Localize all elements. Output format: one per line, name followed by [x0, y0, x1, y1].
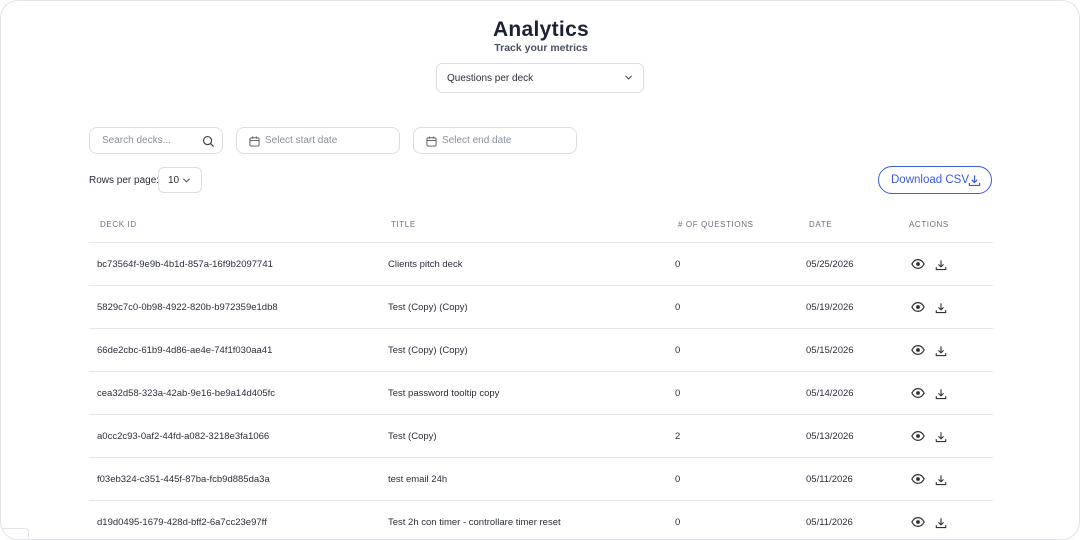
question-count-cell: 2 — [675, 431, 681, 442]
search-input[interactable]: Search decks... — [89, 127, 223, 154]
deck-title-cell: Test (Copy) (Copy) — [388, 302, 468, 313]
deck-id-cell: f03eb324-c351-445f-87ba-fcb9d885da3a — [97, 474, 270, 485]
column-header-actions: Actions — [909, 220, 949, 229]
table-row: bc73564f-9e9b-4b1d-857a-16f9b2097741 Clie… — [1, 243, 1079, 286]
deck-id-cell: 66de2cbc-61b9-4d86-ae4e-74f1f030aa41 — [97, 345, 273, 356]
download-icon[interactable] — [935, 473, 949, 487]
deck-title-cell: Test (Copy) (Copy) — [388, 345, 468, 356]
deck-title-cell: Test 2h con timer - controllare timer re… — [388, 517, 561, 528]
search-placeholder: Search decks... — [102, 135, 171, 146]
metric-select-value: Questions per deck — [447, 72, 534, 84]
eye-icon[interactable] — [911, 429, 925, 443]
question-count-cell: 0 — [675, 388, 681, 399]
question-count-cell: 0 — [675, 517, 681, 528]
eye-icon[interactable] — [911, 300, 925, 314]
date-cell: 05/11/2026 — [806, 517, 853, 528]
end-date-placeholder: Select end date — [442, 135, 512, 146]
rows-per-page-label: Rows per page: — [89, 175, 160, 186]
calendar-icon — [249, 136, 260, 147]
download-icon[interactable] — [935, 344, 949, 358]
table-row: d19d0495-1679-428d-bff2-6a7cc23e97ff Test… — [1, 501, 1079, 539]
question-count-cell: 0 — [675, 345, 681, 356]
date-cell: 05/15/2026 — [806, 345, 854, 356]
eye-icon[interactable] — [911, 343, 925, 357]
column-header-deck-id: Deck ID — [100, 220, 137, 229]
download-icon[interactable] — [935, 430, 949, 444]
deck-id-cell: d19d0495-1679-428d-bff2-6a7cc23e97ff — [97, 517, 267, 528]
rows-per-page-value: 10 — [168, 174, 180, 186]
download-icon[interactable] — [935, 258, 949, 272]
deck-title-cell: Test (Copy) — [388, 431, 437, 442]
chevron-down-icon — [182, 178, 191, 183]
question-count-cell: 0 — [675, 259, 681, 270]
date-cell: 05/25/2026 — [806, 259, 854, 270]
date-cell: 05/11/2026 — [806, 474, 853, 485]
deck-id-cell: cea32d58-323a-42ab-9e16-be9a14d405fc — [97, 388, 276, 399]
deck-title-cell: test email 24h — [388, 474, 448, 485]
calendar-icon — [426, 136, 437, 147]
download-icon — [968, 175, 981, 187]
table-row: a0cc2c93-0af2-44fd-a082-3218e3fa1066 Test… — [1, 415, 1079, 458]
date-cell: 05/19/2026 — [806, 302, 854, 313]
deck-title-cell: Clients pitch deck — [388, 259, 463, 270]
eye-icon[interactable] — [911, 386, 925, 400]
end-date-input[interactable]: Select end date — [413, 127, 577, 154]
table-row: cea32d58-323a-42ab-9e16-be9a14d405fc Test… — [1, 372, 1079, 415]
eye-icon[interactable] — [911, 472, 925, 486]
date-cell: 05/14/2026 — [806, 388, 854, 399]
column-header-date: Date — [809, 220, 833, 229]
corner-tab — [1, 528, 29, 539]
table-row: 66de2cbc-61b9-4d86-ae4e-74f1f030aa41 Test… — [1, 329, 1079, 372]
rows-per-page-select[interactable]: 10 — [158, 167, 202, 193]
metric-select[interactable]: Questions per deck — [436, 63, 644, 93]
date-cell: 05/13/2026 — [806, 431, 854, 442]
search-icon[interactable] — [202, 135, 215, 148]
table-row: 5829c7c0-0b98-4922-820b-b972359e1db8 Test… — [1, 286, 1079, 329]
question-count-cell: 0 — [675, 302, 681, 313]
eye-icon[interactable] — [911, 257, 925, 271]
deck-id-cell: a0cc2c93-0af2-44fd-a082-3218e3fa1066 — [97, 431, 270, 442]
eye-icon[interactable] — [911, 515, 925, 529]
deck-id-cell: 5829c7c0-0b98-4922-820b-b972359e1db8 — [97, 302, 278, 313]
column-header-title: Title — [391, 220, 416, 229]
deck-id-cell: bc73564f-9e9b-4b1d-857a-16f9b2097741 — [97, 259, 273, 270]
start-date-input[interactable]: Select start date — [236, 127, 400, 154]
download-csv-label: Download CSV — [891, 174, 969, 186]
download-csv-button[interactable]: Download CSV — [878, 166, 992, 194]
download-icon[interactable] — [935, 516, 949, 530]
question-count-cell: 0 — [675, 474, 681, 485]
page-title: Analytics — [492, 18, 590, 41]
start-date-placeholder: Select start date — [265, 135, 338, 146]
table-row: f03eb324-c351-445f-87ba-fcb9d885da3a test… — [1, 458, 1079, 501]
download-icon[interactable] — [935, 301, 949, 315]
page-subtitle: Track your metrics — [494, 42, 588, 54]
column-header-questions: # of questions — [678, 220, 754, 229]
chevron-down-icon — [624, 75, 633, 80]
app-window: Analytics Track your metrics Questions p… — [0, 0, 1080, 540]
deck-title-cell: Test password tooltip copy — [388, 388, 500, 399]
download-icon[interactable] — [935, 387, 949, 401]
